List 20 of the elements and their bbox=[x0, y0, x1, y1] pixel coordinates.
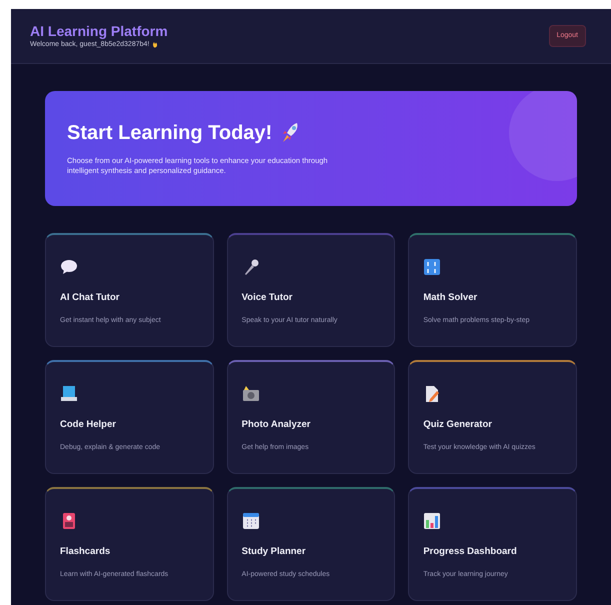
laptop-icon bbox=[60, 385, 78, 403]
camera-icon bbox=[242, 385, 260, 403]
tool-title: Math Solver bbox=[423, 293, 478, 302]
card-icon bbox=[60, 512, 78, 530]
calendar-icon bbox=[242, 512, 260, 530]
bar-chart-icon bbox=[423, 512, 442, 530]
tool-title: Flashcards bbox=[60, 547, 112, 556]
app-title: AI Learning Platform bbox=[30, 24, 168, 38]
speech-bubble-icon bbox=[60, 258, 78, 276]
memo-pencil-icon bbox=[423, 385, 442, 403]
tool-title: Voice Tutor bbox=[242, 293, 294, 302]
tool-title: Photo Analyzer bbox=[242, 420, 312, 430]
tool-title: Quiz Generator bbox=[423, 420, 493, 430]
tool-title: Progress Dashboard bbox=[423, 547, 518, 556]
rocket-icon bbox=[280, 122, 300, 144]
tool-title: Code Helper bbox=[60, 420, 117, 430]
tool-title: Study Planner bbox=[242, 547, 307, 556]
hero-title: Start Learning Today! bbox=[67, 123, 272, 143]
tool-title: AI Chat Tutor bbox=[60, 293, 120, 302]
number-grid-icon bbox=[423, 258, 442, 276]
